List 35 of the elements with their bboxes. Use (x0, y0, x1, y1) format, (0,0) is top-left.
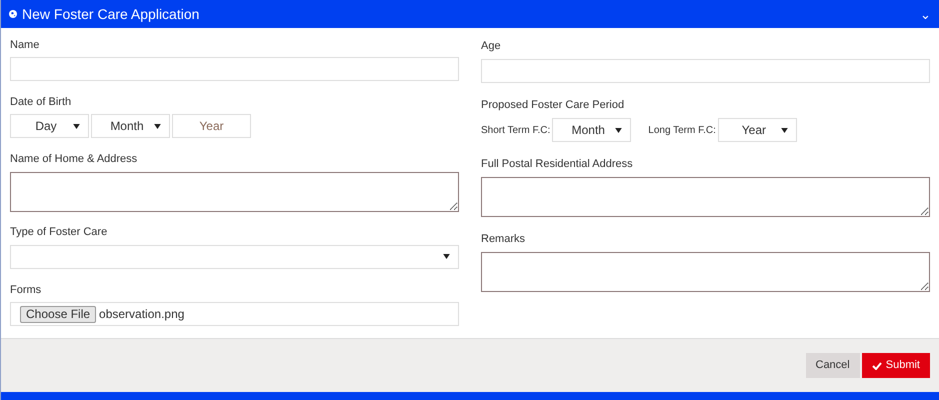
field-label: Proposed Foster Care Period (481, 98, 626, 113)
caret-icon (615, 128, 622, 132)
field-label: Date of Birth (10, 95, 72, 110)
globe-icon (9, 10, 17, 18)
field-label: Forms (10, 282, 42, 298)
field-label: Remarks (481, 232, 526, 247)
field-label: Short Term F.C: (481, 124, 550, 138)
text-area[interactable] (10, 172, 459, 212)
submit-button[interactable]: Submit (862, 353, 930, 378)
cancel-button[interactable]: Cancel (806, 353, 860, 378)
field-label: Long Term F.C: (648, 124, 716, 138)
caret-icon (443, 254, 450, 260)
panel-title: New Foster Care Application (22, 4, 200, 24)
caret-icon (73, 124, 80, 129)
choose-file-button[interactable]: Choose File (20, 306, 96, 323)
caret-icon (780, 128, 788, 132)
text-area[interactable] (481, 177, 930, 217)
text-input[interactable] (481, 59, 930, 83)
year-input[interactable]: Year (172, 114, 251, 138)
text-area[interactable] (481, 252, 930, 292)
field-label: Type of Foster Care (10, 225, 108, 240)
check-icon (872, 362, 882, 370)
text-input[interactable] (10, 57, 459, 82)
field-label: Age (481, 38, 502, 54)
field-label: Name of Home & Address (10, 152, 138, 168)
field-label: Name (10, 38, 40, 53)
file-input[interactable]: Choose File observation.png (10, 302, 459, 326)
long-term-dropdown[interactable]: Year (718, 118, 797, 142)
field-label: Full Postal Residential Address (481, 156, 634, 172)
collapse-button[interactable]: ⌄ (920, 8, 931, 20)
day-dropdown[interactable]: Day (10, 114, 89, 138)
file-name: observation.png (99, 306, 184, 324)
caret-icon (154, 124, 161, 129)
month-dropdown[interactable]: Month (91, 114, 170, 138)
short-term-dropdown[interactable]: Month (552, 118, 632, 142)
